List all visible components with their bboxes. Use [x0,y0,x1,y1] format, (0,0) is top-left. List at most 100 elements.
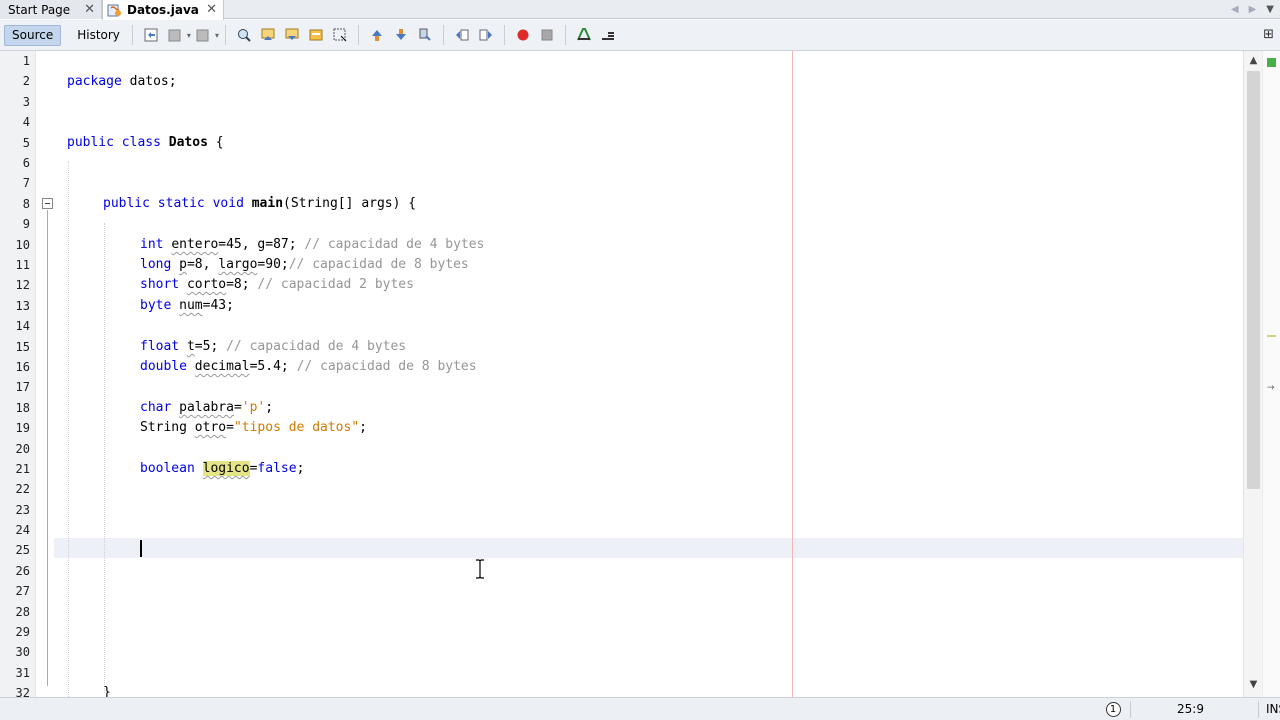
caret-position-marker-icon: → [1267,383,1275,393]
find-icon[interactable] [235,26,253,44]
code-line-21: boolean logico=false; [140,459,304,479]
notifications-icon[interactable]: 1 [1102,701,1124,718]
code-editor[interactable]: 1 2 3 4 5 6 7 8 9 10 11 12 13 14 15 16 1… [0,51,1280,697]
variable: largo [218,257,258,272]
code-line-8: public static void main(String[] args) { [103,194,416,214]
code-text: datos; [121,74,177,89]
comment: // capacidad de 8 bytes [296,359,477,374]
code-text: = [233,400,242,415]
stop-macro-recording-icon[interactable] [538,26,556,44]
variable: p [179,257,187,272]
java-file-icon [107,4,122,17]
uncomment-icon[interactable] [599,26,617,44]
tab-label: Start Page [8,2,71,17]
history-button[interactable]: History [71,25,126,46]
scroll-right-icon[interactable]: ▶ [1249,4,1257,15]
code-line-12: short corto=8; // capacidad 2 bytes [140,275,414,295]
code-text: ; [296,461,305,476]
source-button[interactable]: Source [4,24,62,46]
variable: palabra [179,400,234,415]
last-edit-icon[interactable] [142,26,160,44]
code-line-32: } [103,683,111,697]
tab-navigation: ◀ ▶ ▼ [1231,0,1280,19]
scroll-left-icon[interactable]: ◀ [1231,4,1239,15]
back-icon[interactable] [166,26,184,44]
toggle-highlight-icon[interactable] [307,26,325,44]
shift-right-icon[interactable] [477,26,495,44]
previous-bookmark-icon[interactable] [368,26,386,44]
vertical-scrollbar[interactable]: ▲ ▼ [1243,51,1262,697]
toolbar-separator [564,25,566,45]
code-text: =5.4; [249,359,297,374]
chevron-down-icon[interactable]: ▾ [215,31,219,40]
keyword: double [140,359,187,374]
close-icon[interactable]: ✕ [84,2,95,17]
code-text: (String[] args) { [283,196,417,211]
comment: // capacidad 2 bytes [257,277,414,292]
code-line-18: char palabra='p'; [140,398,273,418]
close-icon[interactable]: ✕ [206,2,217,17]
code-text: =43; [202,298,234,313]
next-bookmark-icon[interactable] [392,26,410,44]
code-line-2: package datos; [67,72,177,92]
code-line-13: byte num=43; [140,296,234,316]
forward-icon[interactable] [194,26,212,44]
keyword: float [140,339,180,354]
code-line-16: double decimal=5.4; // capacidad de 8 by… [140,357,477,377]
keyword: byte [140,298,172,313]
toolbar-separator [357,25,359,45]
scroll-down-icon[interactable]: ▼ [1244,677,1263,693]
code-text: =5; [194,339,227,354]
status-ok-icon [1267,58,1276,67]
variable: logico [202,461,250,476]
variable: num [179,298,203,313]
maximize-icon[interactable]: ⊞ [1263,27,1274,42]
toggle-bookmark-icon[interactable] [416,26,434,44]
keyword: long [140,257,172,272]
comment-icon[interactable] [575,26,593,44]
tab-label: Datos.java [127,3,199,17]
keyword: static [157,196,205,211]
code-line-15: float t=5; // capacidad de 4 bytes [140,337,406,357]
comment: // capacidad de 4 bytes [226,339,407,354]
error-stripe[interactable]: → [1262,51,1280,697]
find-previous-icon[interactable] [259,26,277,44]
status-bar: 1 25:9 INS [0,697,1280,720]
code-text: =90; [257,257,289,272]
start-macro-recording-icon[interactable] [514,26,532,44]
code-line-19: String otro="tipos de datos"; [140,418,367,438]
find-next-icon[interactable] [283,26,301,44]
variable: t [186,339,195,354]
code-text: = [226,420,234,435]
string-literal: 'p' [241,400,266,415]
tab-start-page[interactable]: Start Page ✕ [0,0,102,19]
shift-left-icon[interactable] [453,26,471,44]
caret-position[interactable]: 25:9 [1177,702,1204,716]
code-text: =8, [186,257,219,272]
toolbar-separator [224,25,226,45]
chevron-down-icon[interactable]: ▾ [187,31,191,40]
keyword: false [257,461,297,476]
keyword: boolean [140,461,195,476]
text-caret [140,540,142,557]
scroll-up-icon[interactable]: ▲ [1244,53,1263,69]
keyword: package [67,74,122,89]
tab-list-icon[interactable]: ▼ [1266,4,1274,15]
tab-datos-java[interactable]: Datos.java ✕ [102,0,224,20]
code-text: =45, g=87; [218,237,305,252]
scrollbar-thumb[interactable] [1247,71,1260,489]
code-line-11: long p=8, largo=90;// capacidad de 8 byt… [140,255,469,275]
code-area[interactable]: package datos; public class Datos { publ… [0,51,1243,697]
insert-mode[interactable]: INS [1266,702,1280,716]
code-text: { [207,135,224,150]
code-text: =8; [226,277,258,292]
editor-tab-bar: Start Page ✕ Datos.java ✕ ◀ ▶ ▼ [0,0,1280,20]
comment: // capacidad de 4 bytes [304,237,485,252]
variable: entero [171,237,219,252]
toggle-rect-selection-icon[interactable] [331,26,349,44]
occurrence-mark[interactable] [1267,335,1276,337]
code-line-5: public class Datos { [67,133,224,153]
keyword: void [212,196,244,211]
code-text: ; [265,400,274,415]
toolbar-separator [503,25,505,45]
